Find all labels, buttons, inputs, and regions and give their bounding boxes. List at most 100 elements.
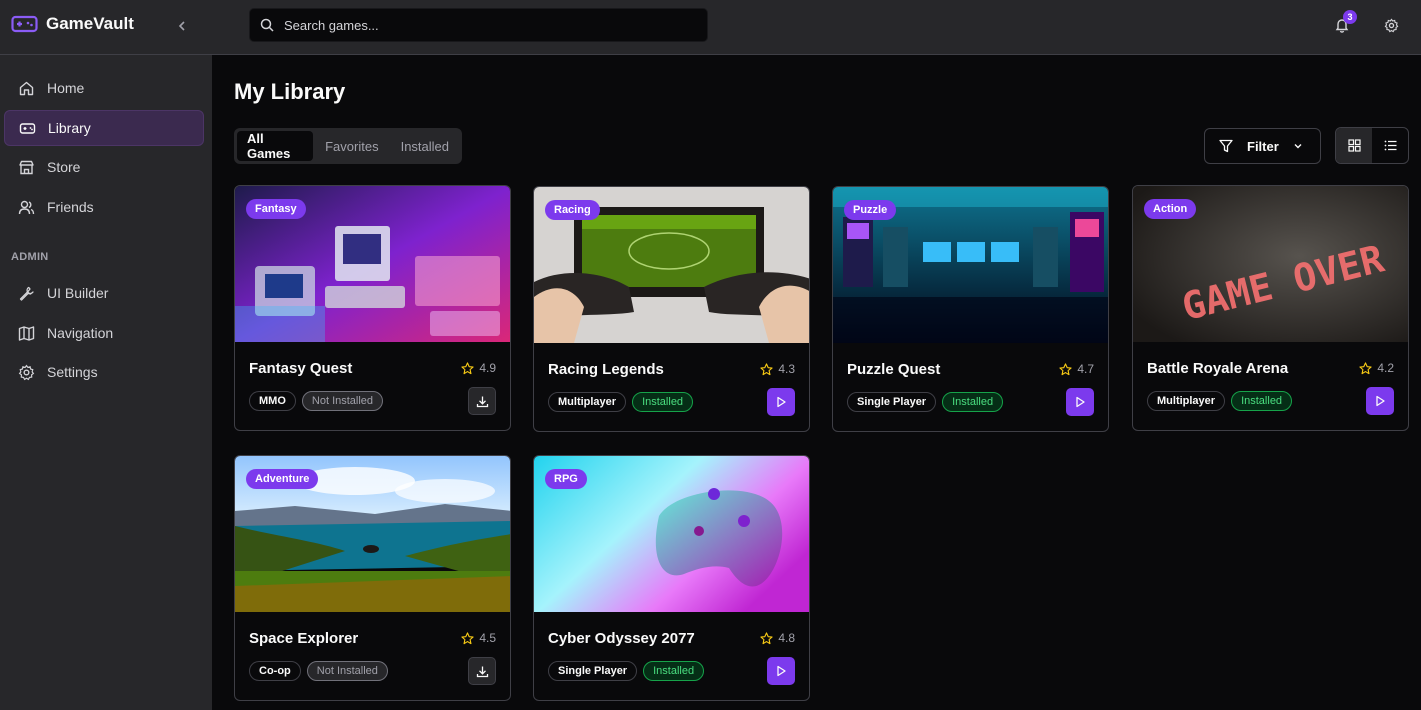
star-icon [461, 631, 474, 644]
genre-badge: Action [1144, 199, 1197, 219]
play-icon [1076, 396, 1085, 408]
install-status-tag: Installed [1231, 391, 1293, 411]
settings-icon [18, 364, 35, 380]
sidebar-item-label: Settings [47, 364, 98, 380]
download-icon [476, 666, 488, 677]
genre-badge: Racing [545, 200, 600, 220]
game-title: Racing Legends [548, 361, 664, 378]
mode-tag: Co-op [249, 661, 301, 681]
install-status-tag: Installed [643, 661, 705, 681]
game-card-fantasy-quest[interactable]: Fantasy Fantasy Quest 4.9 MMO Not Instal… [234, 185, 511, 431]
game-title: Puzzle Quest [847, 361, 941, 378]
genre-badge: Adventure [246, 469, 319, 489]
mode-tag: Single Player [548, 661, 638, 681]
tab-all-games[interactable]: All Games [237, 131, 314, 161]
star-icon [461, 361, 474, 374]
play-button[interactable] [1066, 388, 1094, 416]
mode-tag: Multiplayer [548, 392, 627, 412]
sidebar-item-store[interactable]: Store [4, 149, 204, 185]
grid-view-button[interactable] [1336, 128, 1372, 163]
star-icon [760, 631, 773, 644]
download-button[interactable] [468, 387, 496, 415]
list-view-button[interactable] [1372, 128, 1408, 163]
sidebar-item-library[interactable]: Library [4, 110, 204, 146]
download-icon [476, 396, 488, 407]
download-button[interactable] [468, 657, 496, 685]
map-icon [18, 325, 35, 341]
install-status-tag: Installed [942, 392, 1004, 412]
sidebar-item-home[interactable]: Home [4, 70, 204, 106]
wrench-icon [19, 286, 34, 301]
settings-button[interactable] [1378, 12, 1404, 38]
chevron-left-icon [178, 21, 185, 31]
gamepad-icon [19, 122, 36, 134]
app-name: GameVault [46, 14, 134, 33]
game-rating: 4.8 [760, 631, 795, 645]
chevron-down-icon [1294, 144, 1302, 149]
game-card-space-explorer[interactable]: Adventure Space Explorer 4.5 Co-op Not I… [234, 455, 511, 701]
play-button[interactable] [1366, 387, 1394, 415]
sidebar-item-label: Navigation [47, 325, 114, 341]
game-card-cyber-odyssey-2077[interactable]: RPG Cyber Odyssey 2077 4.8 Single Player… [533, 455, 810, 701]
install-status-tag: Installed [632, 392, 694, 412]
sidebar-item-friends[interactable]: Friends [4, 189, 204, 225]
tab-favorites[interactable]: Favorites [315, 131, 388, 161]
star-icon [1359, 361, 1372, 374]
users-icon [18, 200, 35, 214]
game-card-racing-legends[interactable]: Racing Racing Legends 4.3 Multiplayer In… [533, 186, 810, 432]
game-tags: MMO Not Installed [249, 391, 384, 411]
notifications-button[interactable]: 3 [1329, 10, 1357, 38]
collapse-sidebar-button[interactable] [174, 17, 190, 35]
rating-value: 4.3 [778, 362, 795, 376]
game-tags: Multiplayer Installed [548, 392, 694, 412]
game-title: Fantasy Quest [249, 360, 353, 377]
game-rating: 4.3 [760, 362, 795, 376]
search-icon [260, 18, 274, 32]
sidebar-item-ui-builder[interactable]: UI Builder [4, 275, 204, 311]
brand[interactable]: GameVault [11, 14, 134, 34]
game-rating: 4.9 [461, 361, 496, 375]
grid-icon [1347, 139, 1361, 152]
mode-tag: Single Player [847, 392, 937, 412]
tab-installed[interactable]: Installed [391, 131, 459, 161]
star-icon [760, 362, 773, 375]
install-status-tag: Not Installed [301, 391, 384, 411]
star-icon [1059, 362, 1072, 375]
game-tags: Single Player Installed [847, 392, 1004, 412]
home-icon [19, 81, 34, 95]
game-title: Cyber Odyssey 2077 [548, 630, 695, 647]
sidebar-item-label: Home [47, 80, 85, 96]
admin-section-label: ADMIN [11, 251, 49, 263]
rating-value: 4.5 [479, 631, 496, 645]
game-rating: 4.5 [461, 631, 496, 645]
gamepad-logo-icon [11, 15, 38, 33]
top-bar: GameVault 3 [0, 0, 1421, 55]
view-toggle [1335, 127, 1409, 164]
play-button[interactable] [767, 657, 795, 685]
rating-value: 4.8 [778, 631, 795, 645]
store-icon [19, 160, 34, 174]
search-input[interactable] [284, 17, 684, 33]
list-icon [1384, 140, 1396, 151]
rating-value: 4.7 [1077, 362, 1094, 376]
filter-button[interactable]: Filter [1204, 128, 1321, 164]
game-card-puzzle-quest[interactable]: Puzzle Puzzle Quest 4.7 Single Player In… [832, 186, 1109, 432]
play-icon [777, 665, 786, 677]
game-tags: Multiplayer Installed [1147, 391, 1293, 411]
sidebar-item-settings[interactable]: Settings [4, 354, 204, 390]
game-title: Space Explorer [249, 630, 359, 647]
rating-value: 4.9 [479, 361, 496, 375]
filter-icon [1219, 139, 1233, 153]
rating-value: 4.2 [1377, 361, 1394, 375]
sidebar-item-label: Store [47, 159, 81, 175]
play-icon [777, 396, 786, 408]
sidebar: Home Library Store Friends ADMIN UI Buil… [0, 55, 212, 710]
sidebar-item-label: Friends [47, 199, 94, 215]
filter-label: Filter [1247, 138, 1279, 154]
sidebar-item-navigation[interactable]: Navigation [4, 315, 204, 351]
sidebar-item-label: Library [48, 120, 91, 136]
game-tags: Co-op Not Installed [249, 661, 388, 681]
page-title: My Library [234, 79, 346, 104]
game-card-battle-royale-arena[interactable]: GAME OVER Action Battle Royale Arena 4.2… [1132, 185, 1409, 431]
play-button[interactable] [767, 388, 795, 416]
